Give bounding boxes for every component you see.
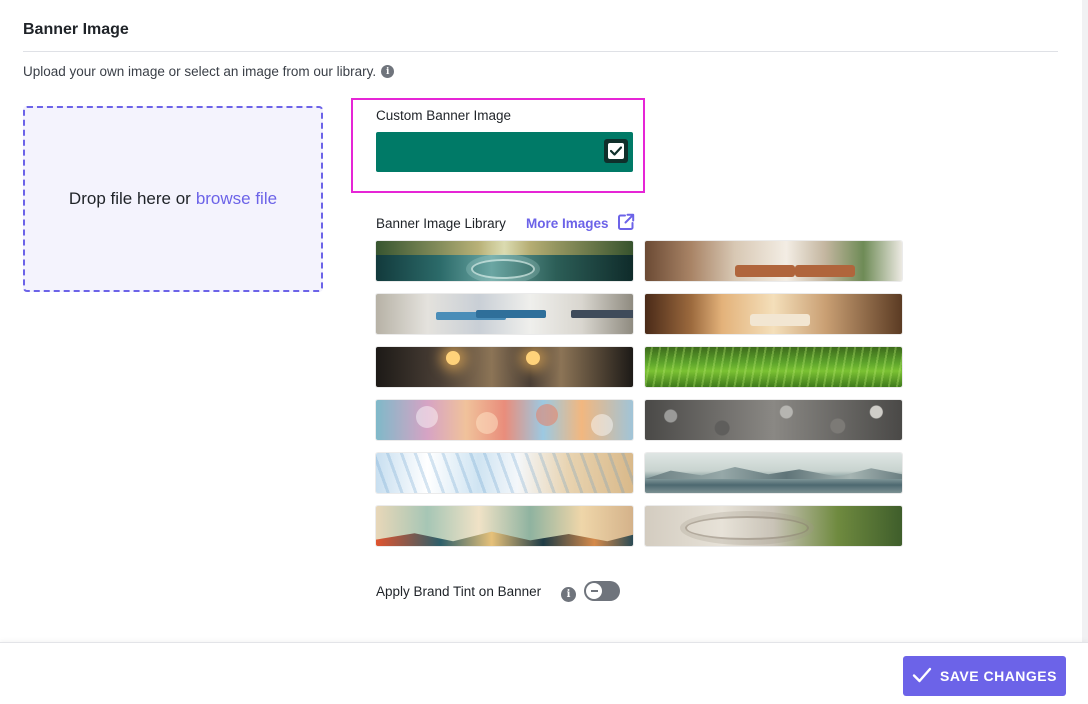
check-icon [608, 143, 624, 159]
section-subtitle: Upload your own image or select an image… [23, 64, 395, 79]
vertical-scrollbar[interactable] [1082, 0, 1088, 642]
library-image-lake-ripples[interactable] [376, 241, 633, 281]
library-image-clinic-room[interactable] [376, 294, 633, 334]
tint-info-icon[interactable]: i [561, 584, 576, 602]
custom-banner-label: Custom Banner Image [376, 108, 512, 123]
section-divider [23, 51, 1058, 52]
library-image-tea-cups[interactable] [376, 347, 633, 387]
library-label: Banner Image Library [376, 216, 506, 231]
external-link-icon [617, 213, 635, 234]
library-image-abstract-landscape[interactable] [376, 506, 633, 546]
more-images-label: More Images [526, 216, 609, 231]
subtitle-text: Upload your own image or select an image… [23, 64, 377, 79]
library-image-grass[interactable] [645, 347, 902, 387]
library-image-spa-room[interactable] [645, 294, 902, 334]
library-image-misty-mountains[interactable] [645, 453, 902, 493]
library-image-living-room[interactable] [645, 241, 902, 281]
library-image-pebbles[interactable] [645, 400, 902, 440]
checkmark-icon [912, 667, 932, 686]
info-icon[interactable]: i [381, 65, 395, 78]
library-image-ocean-waves[interactable] [376, 453, 633, 493]
save-changes-button[interactable]: SAVE CHANGES [903, 656, 1066, 696]
save-changes-label: SAVE CHANGES [940, 668, 1057, 684]
library-image-bokeh[interactable] [376, 400, 633, 440]
more-images-link[interactable]: More Images [526, 213, 635, 234]
toggle-knob [586, 583, 602, 599]
file-dropzone[interactable]: Drop file here or browse file [23, 106, 323, 292]
selected-checkbox[interactable] [604, 139, 628, 163]
banner-settings-panel: Banner Image Upload your own image or se… [0, 0, 1082, 642]
library-image-zen-garden[interactable] [645, 506, 902, 546]
custom-banner-swatch[interactable] [376, 132, 633, 172]
section-title: Banner Image [23, 21, 129, 38]
dropzone-text: Drop file here or [68, 189, 191, 208]
brand-tint-label: Apply Brand Tint on Banner [376, 584, 542, 599]
brand-tint-toggle[interactable] [584, 581, 620, 601]
browse-file-link[interactable]: browse file [196, 189, 277, 209]
